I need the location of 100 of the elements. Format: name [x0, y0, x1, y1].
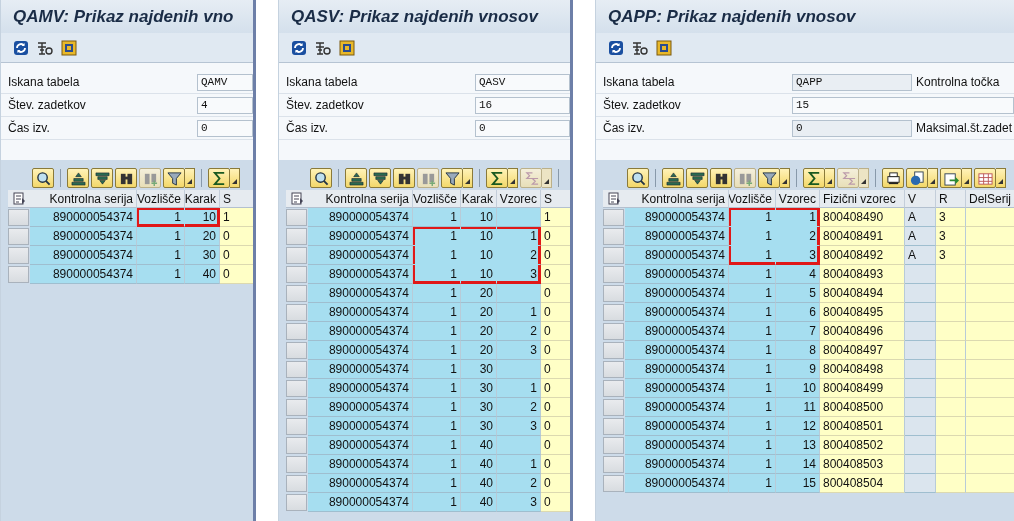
column-header[interactable]: V: [905, 190, 936, 208]
frame-icon[interactable]: [61, 39, 77, 56]
table-cell: 10: [185, 208, 220, 227]
table-cell: 890000054374: [625, 208, 729, 227]
table-cell: 800408493: [820, 265, 905, 284]
technical-settings-icon[interactable]: [632, 39, 648, 56]
window-title: QAMV: Prikaz najdenih vno: [13, 6, 234, 27]
frame-icon[interactable]: [656, 39, 672, 56]
column-header[interactable]: Kontrolna serija: [308, 190, 413, 208]
column-header[interactable]: Vozlišče: [413, 190, 461, 208]
input-field[interactable]: QAMV: [197, 73, 253, 91]
table-cell: 890000054374: [308, 208, 413, 227]
field-label: Čas izv.: [286, 121, 329, 135]
column-header[interactable]: S: [541, 190, 570, 208]
technical-settings-icon[interactable]: [315, 39, 331, 56]
dropdown-button[interactable]: [780, 168, 790, 188]
details-button[interactable]: [32, 168, 54, 188]
layout-button[interactable]: [974, 168, 996, 188]
frame-icon[interactable]: [339, 39, 355, 56]
details-button[interactable]: [310, 168, 332, 188]
input-field[interactable]: 4: [197, 96, 253, 114]
sort-descending-icon: [94, 170, 110, 186]
table-cell: 890000054374: [625, 246, 729, 265]
sum-button[interactable]: [208, 168, 230, 188]
table-cell: 1: [729, 322, 776, 341]
table-cell: 890000054374: [625, 379, 729, 398]
sum-button[interactable]: [803, 168, 825, 188]
sort-desc-button[interactable]: [91, 168, 113, 188]
dropdown-button[interactable]: [463, 168, 473, 188]
input-field[interactable]: 0: [197, 119, 253, 137]
print-button[interactable]: [882, 168, 904, 188]
column-header[interactable]: Vzorec: [776, 190, 820, 208]
dropdown-button[interactable]: [825, 168, 835, 188]
table-cell: 20: [461, 284, 497, 303]
table-cell: 800408500: [820, 398, 905, 417]
filter-button[interactable]: [441, 168, 463, 188]
table-cell: 0: [541, 246, 570, 265]
filter-button[interactable]: [163, 168, 185, 188]
table-cell: 30: [461, 379, 497, 398]
column-header[interactable]: Karak: [185, 190, 220, 208]
table-cell: 800408495: [820, 303, 905, 322]
table-cell: 890000054374: [30, 246, 137, 265]
refresh-icon[interactable]: [13, 39, 29, 56]
table-cell: 3: [497, 417, 541, 436]
table-cell: 6: [776, 303, 820, 322]
dropdown-button[interactable]: [928, 168, 938, 188]
sort-desc-button[interactable]: [686, 168, 708, 188]
input-field[interactable]: 0: [475, 119, 570, 137]
refresh-icon[interactable]: [608, 39, 624, 56]
column-header[interactable]: Fizični vzorec: [820, 190, 905, 208]
input-field[interactable]: 15: [792, 96, 1014, 114]
column-header[interactable]: Vozlišče: [137, 190, 185, 208]
input-field[interactable]: QAPP: [792, 73, 912, 91]
column-header[interactable]: Kontrolna serija: [625, 190, 729, 208]
dropdown-button[interactable]: [996, 168, 1006, 188]
technical-settings-icon[interactable]: [37, 39, 53, 56]
table-cell: A: [905, 227, 936, 246]
sort-asc-button[interactable]: [662, 168, 684, 188]
dropdown-button[interactable]: [230, 168, 240, 188]
sort-asc-button[interactable]: [67, 168, 89, 188]
sort-desc-button[interactable]: [369, 168, 391, 188]
sort-asc-button[interactable]: [345, 168, 367, 188]
dropdown-button[interactable]: [962, 168, 972, 188]
sort-ascending-icon: [665, 170, 681, 186]
table-settings-icon[interactable]: [12, 192, 26, 205]
find-button[interactable]: [115, 168, 137, 188]
view-button[interactable]: [906, 168, 928, 188]
filter-icon: [761, 170, 777, 186]
column-header[interactable]: Karak: [461, 190, 497, 208]
filter-button[interactable]: [758, 168, 780, 188]
table-cell: 12: [776, 417, 820, 436]
sum-button[interactable]: [486, 168, 508, 188]
input-field[interactable]: 16: [475, 96, 570, 114]
refresh-icon[interactable]: [291, 39, 307, 56]
table-cell: 1: [729, 341, 776, 360]
table-cell: 2: [497, 398, 541, 417]
column-header[interactable]: Kontrolna serija: [30, 190, 137, 208]
details-button[interactable]: [627, 168, 649, 188]
table-cell: 30: [461, 417, 497, 436]
column-header[interactable]: DelSerij: [966, 190, 1014, 208]
table-settings-icon[interactable]: [607, 192, 621, 205]
table-cell: 1: [137, 227, 185, 246]
column-header[interactable]: Vzorec: [497, 190, 541, 208]
table-cell: 0: [541, 284, 570, 303]
table-cell: 40: [185, 265, 220, 284]
field-label: Kontrolna točka: [916, 75, 1000, 89]
table-settings-icon[interactable]: [290, 192, 304, 205]
input-field[interactable]: QASV: [475, 73, 570, 91]
table-cell: 1: [413, 284, 461, 303]
export-button[interactable]: [940, 168, 962, 188]
column-header[interactable]: S: [220, 190, 253, 208]
find-button[interactable]: [710, 168, 732, 188]
table-cell: 1: [413, 379, 461, 398]
table-cell: 800408497: [820, 341, 905, 360]
table-cell: 4: [776, 265, 820, 284]
input-field[interactable]: 0: [792, 119, 912, 137]
dropdown-button[interactable]: [185, 168, 195, 188]
column-header[interactable]: R: [936, 190, 966, 208]
find-button[interactable]: [393, 168, 415, 188]
dropdown-button[interactable]: [508, 168, 518, 188]
